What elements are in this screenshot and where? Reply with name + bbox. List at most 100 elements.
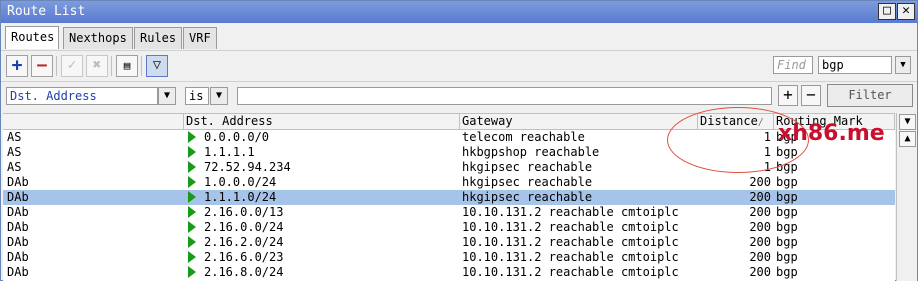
active-route-icon xyxy=(188,131,196,143)
route-list-window: Route List □ ✕ Routes Nexthops Rules VRF… xyxy=(0,0,918,281)
table-row[interactable]: DAb 2.16.2.0/24 10.10.131.2 reachable cmto… xyxy=(3,235,895,250)
plus-icon[interactable]: + xyxy=(6,55,28,77)
close-icon[interactable]: ✕ xyxy=(897,3,915,20)
find-input[interactable]: Find xyxy=(773,56,813,74)
route-routing-mark: bgp xyxy=(776,160,798,174)
route-flags: DAb xyxy=(7,190,29,204)
table-row[interactable]: DAb 2.16.0.0/13 10.10.131.2 reachable cmto… xyxy=(3,205,895,220)
route-dst-address: 72.52.94.234 xyxy=(188,160,460,175)
active-route-icon xyxy=(188,266,196,278)
filter-button[interactable]: Filter xyxy=(827,84,913,107)
column-menu-icon[interactable]: ▼ xyxy=(899,114,916,130)
route-gateway: hkgipsec reachable xyxy=(462,175,593,189)
route-dst-address: 1.1.1.0/24 xyxy=(188,190,460,205)
route-flags: DAb xyxy=(7,235,29,249)
route-distance: 200 xyxy=(749,250,771,264)
route-flags: DAb xyxy=(7,175,29,189)
filter-value-input[interactable] xyxy=(237,87,772,105)
table-row[interactable]: DAb 1.0.0.0/24 hkgipsec reachable 200 bgp xyxy=(3,175,895,190)
minus-icon[interactable]: − xyxy=(31,55,53,77)
route-routing-mark: bgp xyxy=(776,190,798,204)
chevron-down-icon[interactable]: ▼ xyxy=(158,87,176,105)
route-gateway: hkbgpshop reachable xyxy=(462,145,600,159)
vertical-scrollbar[interactable]: ▼ ▲ xyxy=(896,113,917,281)
route-dst-address: 2.16.6.0/23 xyxy=(188,250,460,265)
route-gateway: 10.10.131.2 reachable cmtoiplc xyxy=(462,220,679,234)
route-distance: 200 xyxy=(749,205,771,219)
route-dst-address: 2.16.2.0/24 xyxy=(188,235,460,250)
route-routing-mark: bgp xyxy=(776,220,798,234)
active-route-icon xyxy=(188,191,196,203)
route-routing-mark: bgp xyxy=(776,265,798,279)
toolbar: + − ✓ ✖ ▤ ▽ Find bgp ▼ xyxy=(1,50,917,80)
route-gateway: telecom reachable xyxy=(462,130,585,144)
route-gateway: 10.10.131.2 reachable cmtoiplc xyxy=(462,205,679,219)
route-dst-address: 1.1.1.1 xyxy=(188,145,460,160)
table-row[interactable]: DAb 1.1.1.0/24 hkgipsec reachable 200 bgp xyxy=(3,190,895,205)
filter-operator-select[interactable]: is xyxy=(185,87,209,105)
route-gateway: hkgipsec reachable xyxy=(462,160,593,174)
route-dst-address-text: 0.0.0.0/0 xyxy=(204,130,270,144)
route-routing-mark: bgp xyxy=(776,205,798,219)
active-route-icon xyxy=(188,206,196,218)
active-route-icon xyxy=(188,221,196,233)
route-dst-address-text: 1.0.0.0/24 xyxy=(204,175,277,189)
route-dst-address-text: 72.52.94.234 xyxy=(204,160,291,174)
active-route-icon xyxy=(188,236,196,248)
note-icon[interactable]: ▤ xyxy=(116,55,138,77)
restore-icon[interactable]: □ xyxy=(878,3,896,20)
route-dst-address-text: 2.16.0.0/24 xyxy=(204,220,284,234)
route-flags: AS xyxy=(7,145,22,159)
toolbar-separator xyxy=(111,56,112,76)
chevron-down-icon[interactable]: ▼ xyxy=(895,56,911,74)
funnel-icon[interactable]: ▽ xyxy=(146,55,168,77)
toolbar-separator xyxy=(141,56,142,76)
route-dst-address-text: 2.16.2.0/24 xyxy=(204,235,284,249)
add-filter-button[interactable]: + xyxy=(778,85,798,106)
column-header-gateway[interactable]: Gateway xyxy=(460,114,698,130)
route-dst-address: 1.0.0.0/24 xyxy=(188,175,460,190)
route-dst-address-text: 2.16.6.0/23 xyxy=(204,250,284,264)
route-distance: 200 xyxy=(749,235,771,249)
tab-nexthops[interactable]: Nexthops xyxy=(63,27,133,49)
route-dst-address-text: 1.1.1.0/24 xyxy=(204,190,277,204)
table-row[interactable]: DAb 2.16.6.0/23 10.10.131.2 reachable cmto… xyxy=(3,250,895,265)
route-flags: DAb xyxy=(7,265,29,279)
route-distance: 200 xyxy=(749,190,771,204)
route-distance: 200 xyxy=(749,220,771,234)
route-routing-mark: bgp xyxy=(776,175,798,189)
route-dst-address: 2.16.0.0/13 xyxy=(188,205,460,220)
route-dst-address: 0.0.0.0/0 xyxy=(188,130,460,145)
route-flags: DAb xyxy=(7,205,29,219)
route-flags: DAb xyxy=(7,220,29,234)
table-row[interactable]: DAb 2.16.8.0/24 10.10.131.2 reachable cmto… xyxy=(3,265,895,280)
chevron-down-icon[interactable]: ▼ xyxy=(210,87,228,105)
route-flags: AS xyxy=(7,130,22,144)
scroll-up-icon[interactable]: ▲ xyxy=(899,131,916,147)
tab-vrf[interactable]: VRF xyxy=(183,27,217,49)
x-icon[interactable]: ✖ xyxy=(86,55,108,77)
active-route-icon xyxy=(188,146,196,158)
filter-field-select[interactable]: Dst. Address xyxy=(6,87,158,105)
route-gateway: 10.10.131.2 reachable cmtoiplc xyxy=(462,265,679,279)
route-dst-address-text: 1.1.1.1 xyxy=(204,145,255,159)
route-routing-mark: bgp xyxy=(776,250,798,264)
route-flags: AS xyxy=(7,160,22,174)
table-row[interactable]: DAb 2.16.0.0/24 10.10.131.2 reachable cmto… xyxy=(3,220,895,235)
filter-bar: Dst. Address ▼ is ▼ + − Filter xyxy=(1,81,917,111)
route-dst-address: 2.16.0.0/24 xyxy=(188,220,460,235)
column-header-dst-address[interactable]: Dst. Address xyxy=(184,114,460,130)
route-gateway: 10.10.131.2 reachable cmtoiplc xyxy=(462,250,679,264)
column-header-flags[interactable] xyxy=(3,114,184,130)
active-route-icon xyxy=(188,161,196,173)
route-routing-mark: bgp xyxy=(776,235,798,249)
remove-filter-button[interactable]: − xyxy=(801,85,821,106)
routing-mark-select[interactable]: bgp xyxy=(818,56,892,74)
tab-routes[interactable]: Routes xyxy=(5,26,59,49)
check-icon[interactable]: ✓ xyxy=(61,55,83,77)
tab-rules[interactable]: Rules xyxy=(134,27,182,49)
title-bar[interactable]: Route List □ ✕ xyxy=(1,1,917,23)
watermark-text: xh86.me xyxy=(778,121,885,146)
route-distance: 200 xyxy=(749,265,771,279)
route-gateway: 10.10.131.2 reachable cmtoiplc xyxy=(462,235,679,249)
